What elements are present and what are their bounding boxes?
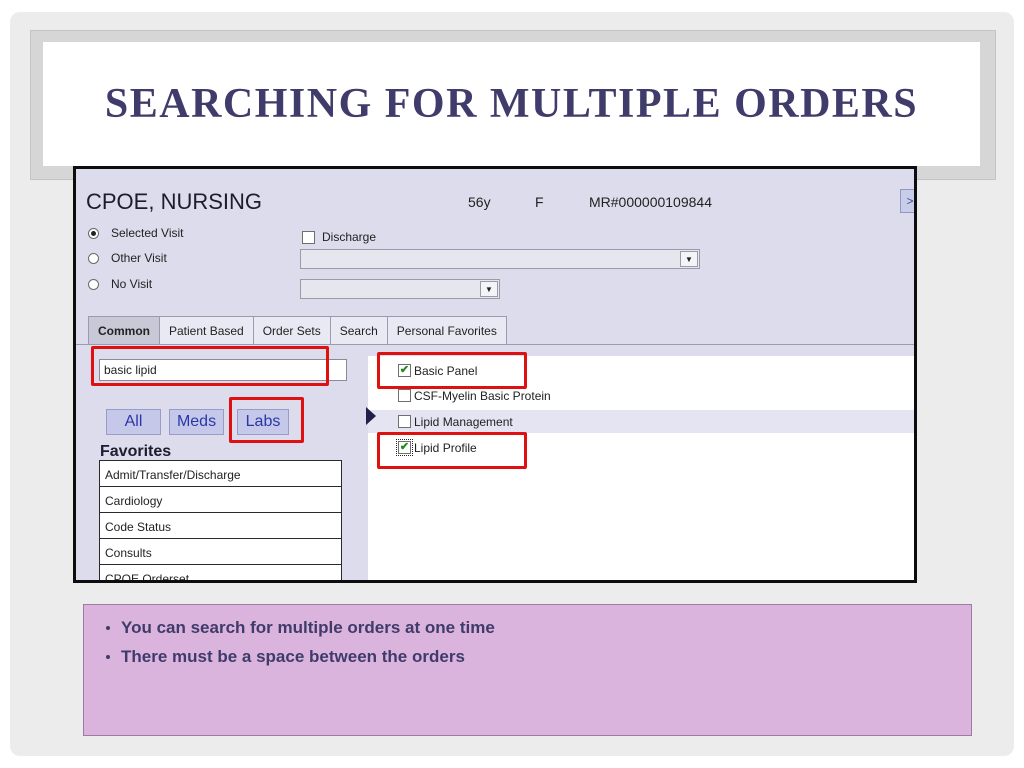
discharge-label: Discharge: [322, 230, 377, 244]
order-tabs: Common Patient Based Order Sets Search P…: [88, 316, 507, 344]
visit-option-none[interactable]: No Visit: [88, 277, 152, 291]
tab-search[interactable]: Search: [329, 316, 388, 344]
radio-selected-icon: [88, 227, 99, 239]
patient-age: 56y: [468, 194, 491, 210]
visit-option-selected[interactable]: Selected Visit: [88, 226, 184, 240]
visit-option-label: No Visit: [111, 277, 153, 291]
search-results: ✔ Basic Panel CSF-Myelin Basic Protein L…: [368, 356, 914, 580]
bullet-item: You can search for multiple orders at on…: [106, 613, 971, 642]
labs-button-highlight: [229, 397, 304, 443]
favorite-item[interactable]: Admit/Transfer/Discharge: [99, 460, 342, 487]
result-label: Lipid Management: [414, 414, 513, 429]
tab-order-sets[interactable]: Order Sets: [252, 316, 331, 344]
tab-personal-favorites[interactable]: Personal Favorites: [386, 316, 507, 344]
bullet-icon: [106, 625, 110, 630]
filter-meds-button[interactable]: Meds: [169, 409, 224, 435]
bullet-text: You can search for multiple orders at on…: [121, 617, 495, 637]
favorite-item[interactable]: Consults: [99, 538, 342, 565]
basic-panel-highlight: [377, 352, 527, 389]
patient-name: CPOE, NURSING: [86, 189, 263, 214]
other-visit-select[interactable]: ▼: [300, 249, 700, 269]
patient-mrn: MR#000000109844: [589, 194, 712, 210]
discharge-checkbox[interactable]: Discharge: [302, 230, 376, 244]
dropdown-arrow-icon[interactable]: ▼: [680, 251, 698, 267]
expand-button[interactable]: >: [900, 189, 914, 213]
lipid-profile-highlight: [377, 432, 527, 469]
checkbox-icon[interactable]: [398, 389, 411, 402]
favorite-item[interactable]: CPOE Orderset: [99, 564, 342, 580]
search-input-highlight: [91, 346, 329, 386]
current-row-arrow-icon: [366, 407, 376, 425]
result-label: CSF-Myelin Basic Protein: [414, 388, 551, 403]
radio-icon: [88, 278, 99, 290]
checkbox-icon: [302, 230, 315, 244]
tab-common[interactable]: Common: [88, 316, 160, 344]
slide-title: SEARCHING FOR MULTIPLE ORDERS: [104, 81, 919, 127]
bullet-item: There must be a space between the orders: [106, 642, 971, 671]
dropdown-arrow-icon[interactable]: ▼: [480, 281, 498, 297]
checkbox-icon[interactable]: [398, 415, 411, 428]
radio-icon: [88, 252, 99, 264]
expand-label: >: [906, 194, 914, 208]
title-panel: SEARCHING FOR MULTIPLE ORDERS: [43, 42, 980, 166]
patient-sex: F: [535, 194, 544, 210]
favorite-item[interactable]: Code Status: [99, 512, 342, 539]
bullet-icon: [106, 654, 110, 659]
no-visit-select[interactable]: ▼: [300, 279, 500, 299]
favorite-item[interactable]: Cardiology: [99, 486, 342, 513]
notes-box: You can search for multiple orders at on…: [83, 604, 972, 736]
visit-option-label: Selected Visit: [111, 226, 184, 240]
cpoe-screenshot: CPOE, NURSING 56y F MR#000000109844 > Se…: [73, 166, 917, 583]
result-row[interactable]: Lipid Management: [368, 410, 914, 433]
bullet-text: There must be a space between the orders: [121, 646, 465, 666]
favorites-list: Admit/Transfer/Discharge Cardiology Code…: [99, 460, 342, 580]
visit-option-other[interactable]: Other Visit: [88, 251, 167, 265]
filter-all-button[interactable]: All: [106, 409, 161, 435]
favorites-heading: Favorites: [100, 443, 172, 460]
tab-patient-based[interactable]: Patient Based: [159, 316, 254, 344]
visit-option-label: Other Visit: [111, 251, 167, 265]
